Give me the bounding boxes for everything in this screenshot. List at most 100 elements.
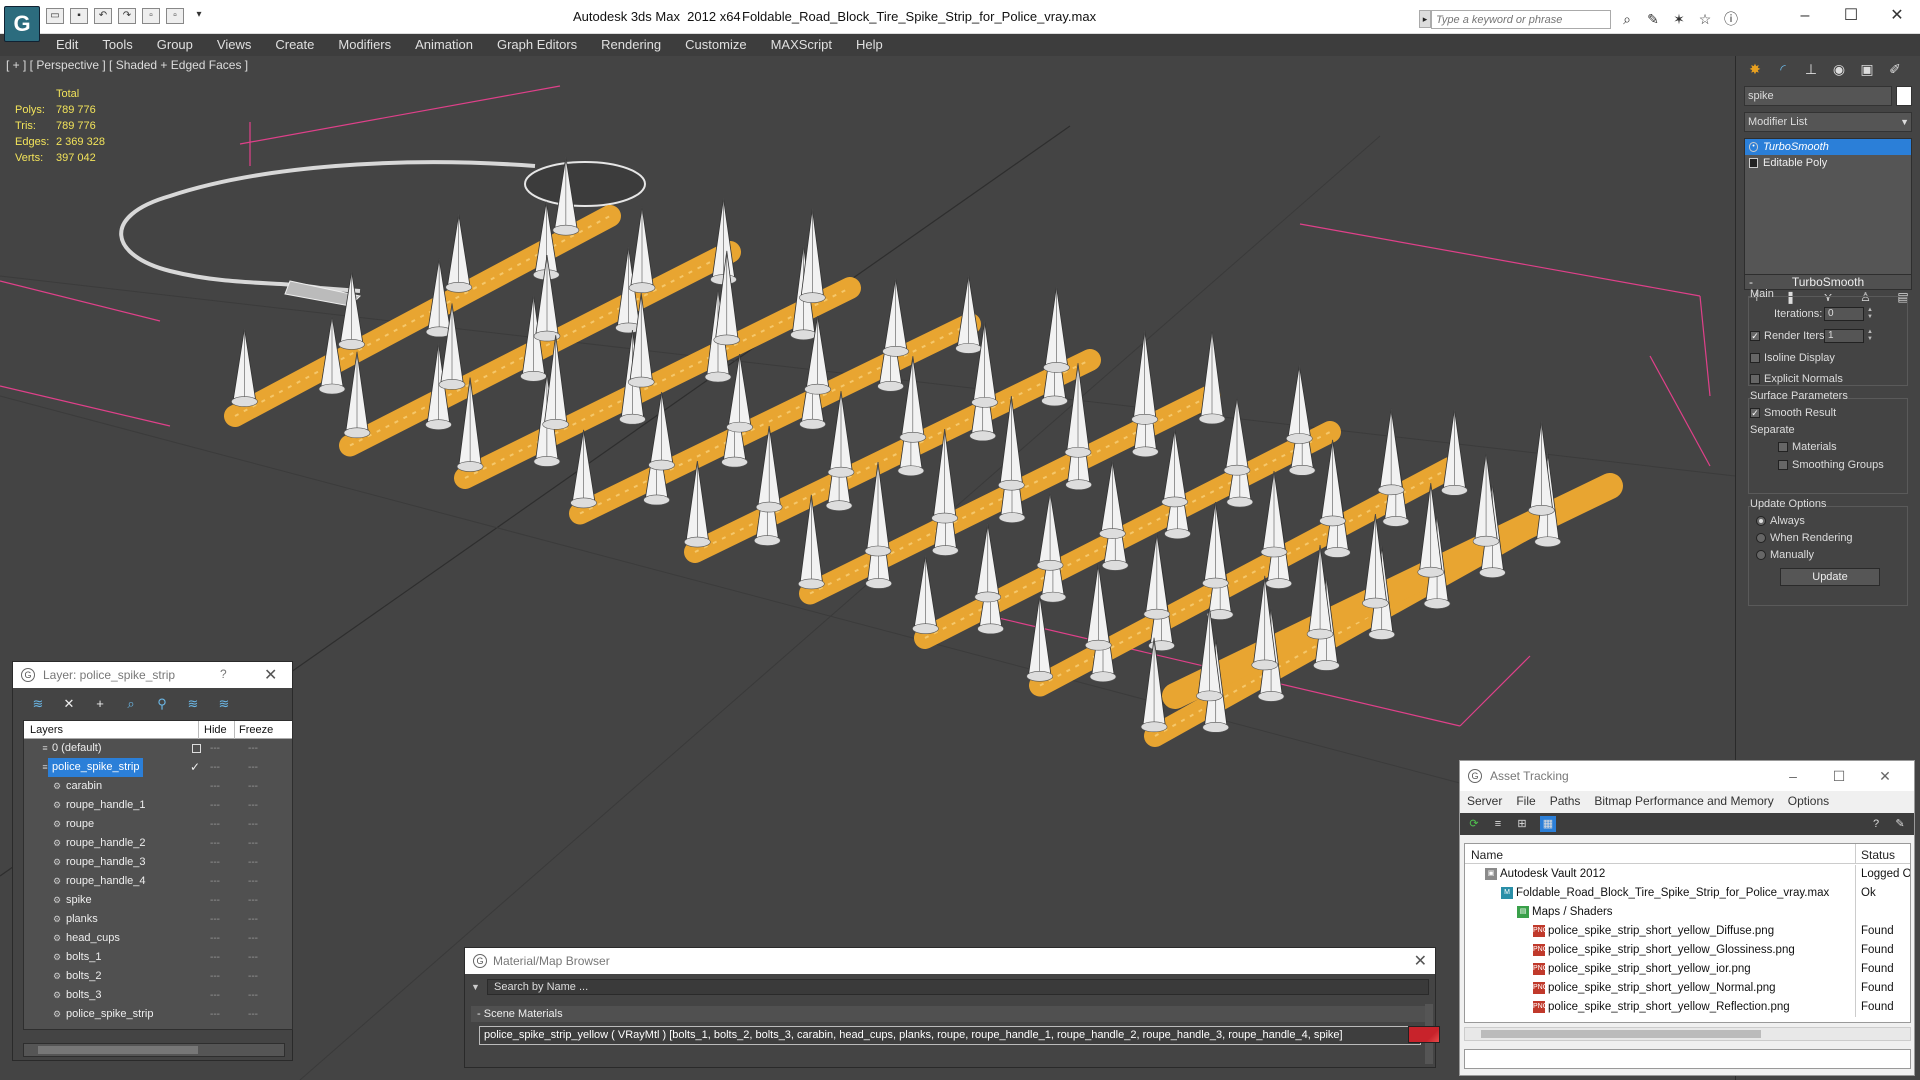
asset-row[interactable]: ▣ Autodesk Vault 2012 Logged O — [1465, 865, 1910, 884]
fetch-icon[interactable]: ▫ — [166, 8, 184, 24]
separate-smoothing-groups-checkbox[interactable] — [1778, 460, 1788, 470]
search-by-name-field[interactable]: Search by Name ... — [487, 979, 1429, 995]
hide-toggle[interactable]: --- — [210, 1005, 220, 1024]
always-radio[interactable] — [1756, 516, 1766, 526]
column-hide[interactable]: Hide — [204, 724, 227, 736]
material-swatch[interactable] — [1408, 1026, 1440, 1043]
freeze-toggle[interactable]: --- — [248, 872, 258, 891]
freeze-toggle[interactable]: --- — [248, 815, 258, 834]
help-icon[interactable]: ⓘ — [1722, 10, 1740, 28]
material-browser-titlebar[interactable]: G Material/Map Browser ✕ — [465, 948, 1435, 974]
hide-toggle[interactable]: --- — [210, 777, 220, 796]
menu-customize[interactable]: Customize — [673, 34, 758, 56]
update-button[interactable]: Update — [1780, 568, 1880, 586]
freeze-toggle[interactable]: --- — [248, 1005, 258, 1024]
layer-object-row[interactable]: ⚙ bolts_2 --- --- — [24, 967, 292, 986]
add-to-layer-icon[interactable]: + — [89, 695, 111, 713]
menu-group[interactable]: Group — [145, 34, 205, 56]
select-objects-icon[interactable]: ⌕ — [120, 695, 142, 713]
asset-row[interactable]: PNG police_spike_strip_short_yellow_Norma… — [1465, 979, 1910, 998]
freeze-toggle[interactable]: --- — [248, 891, 258, 910]
list-view-icon[interactable]: ≡ — [1490, 816, 1506, 832]
horizontal-scrollbar[interactable] — [1464, 1027, 1911, 1041]
stack-item-editable-poly[interactable]: Editable Poly — [1745, 155, 1911, 171]
menu-rendering[interactable]: Rendering — [589, 34, 673, 56]
close-icon[interactable]: ✕ — [1862, 765, 1908, 787]
menu-maxscript[interactable]: MAXScript — [759, 34, 844, 56]
hide-toggle[interactable]: --- — [210, 891, 220, 910]
expand-plus-icon[interactable] — [1749, 158, 1758, 168]
asset-row[interactable]: PNG police_spike_strip_short_yellow_Diffu… — [1465, 922, 1910, 941]
freeze-toggle[interactable]: --- — [248, 910, 258, 929]
asset-row[interactable]: PNG police_spike_strip_short_yellow_Refle… — [1465, 998, 1910, 1017]
hide-toggle[interactable]: --- — [210, 872, 220, 891]
hide-all-layers-icon[interactable]: ≋ — [182, 695, 204, 713]
hide-toggle[interactable]: --- — [210, 948, 220, 967]
layer-object-row[interactable]: ⚙ roupe_handle_1 --- --- — [24, 796, 292, 815]
layer-window-titlebar[interactable]: G Layer: police_spike_strip ? ✕ — [13, 662, 292, 688]
layer-list[interactable]: Layers Hide Freeze ≡ 0 (default) --- --- ≡ po… — [23, 720, 293, 1030]
freeze-toggle[interactable]: --- — [248, 777, 258, 796]
hierarchy-tab-icon[interactable]: ⊥ — [1800, 58, 1822, 80]
layer-object-row[interactable]: ⚙ police_spike_strip --- --- — [24, 1005, 292, 1024]
utilities-tab-icon[interactable]: ✐ — [1884, 58, 1906, 80]
menu-help[interactable]: Help — [844, 34, 895, 56]
table-view-icon[interactable]: ▦ — [1540, 816, 1556, 832]
menu-animation[interactable]: Animation — [403, 34, 485, 56]
isoline-display-checkbox[interactable] — [1750, 353, 1760, 363]
pin-icon[interactable]: ✎ — [1892, 816, 1908, 832]
create-tab-icon[interactable]: ✸ — [1744, 58, 1766, 80]
menu-graph-editors[interactable]: Graph Editors — [485, 34, 589, 56]
scene-materials-group[interactable]: - Scene Materials — [471, 1006, 1427, 1022]
render-iters-spinner[interactable]: 1 — [1824, 329, 1864, 343]
current-layer-check-icon[interactable]: ✓ — [190, 758, 200, 777]
modify-tab-icon[interactable]: ◜ — [1772, 58, 1794, 80]
asset-menu-bitmap-performance[interactable]: Bitmap Performance and Memory — [1587, 791, 1780, 811]
horizontal-scrollbar[interactable] — [23, 1043, 285, 1057]
freeze-toggle[interactable]: --- — [248, 929, 258, 948]
minimize-icon[interactable]: – — [1770, 765, 1816, 787]
column-freeze[interactable]: Freeze — [239, 724, 273, 736]
close-icon[interactable]: ✕ — [1874, 0, 1920, 32]
freeze-toggle[interactable]: --- — [248, 796, 258, 815]
maximize-icon[interactable]: ☐ — [1816, 765, 1862, 787]
iterations-spinner[interactable]: 0 — [1824, 307, 1864, 321]
material-entry[interactable]: police_spike_strip_yellow ( VRayMtl ) [b… — [479, 1026, 1421, 1045]
communication-icon[interactable]: ✶ — [1670, 10, 1688, 28]
manually-radio[interactable] — [1756, 550, 1766, 560]
layer-row[interactable]: ≡ police_spike_strip ✓ --- --- — [24, 758, 292, 777]
hide-toggle[interactable]: --- — [210, 739, 220, 758]
help-icon[interactable]: ? — [1868, 816, 1884, 832]
object-name-field[interactable]: spike — [1744, 86, 1892, 106]
hide-toggle[interactable]: --- — [210, 796, 220, 815]
keyword-search-input[interactable] — [1431, 10, 1611, 29]
freeze-toggle[interactable]: --- — [248, 758, 258, 777]
hold-icon[interactable]: ▫ — [142, 8, 160, 24]
layer-object-row[interactable]: ⚙ roupe_handle_2 --- --- — [24, 834, 292, 853]
asset-window-titlebar[interactable]: G Asset Tracking – ☐ ✕ — [1460, 761, 1914, 791]
spinner-arrows-icon[interactable]: ▲ ▼ — [1866, 329, 1874, 343]
layer-object-row[interactable]: ⚙ planks --- --- — [24, 910, 292, 929]
highlight-layer-icon[interactable]: ⚲ — [151, 695, 173, 713]
viewport-label[interactable]: [ + ] [ Perspective ] [ Shaded + Edged F… — [6, 58, 248, 72]
freeze-toggle[interactable]: --- — [248, 986, 258, 1005]
close-icon[interactable]: ✕ — [264, 665, 277, 685]
layer-object-row[interactable]: ⚙ head_cups --- --- — [24, 929, 292, 948]
asset-menu-server[interactable]: Server — [1460, 791, 1509, 811]
binoculars-icon[interactable]: ⌕ — [1618, 10, 1636, 28]
layer-object-row[interactable]: ⚙ roupe_handle_4 --- --- — [24, 872, 292, 891]
hide-toggle[interactable]: --- — [210, 929, 220, 948]
freeze-toggle[interactable]: --- — [248, 834, 258, 853]
spinner-arrows-icon[interactable]: ▲ ▼ — [1866, 307, 1874, 321]
asset-menu-options[interactable]: Options — [1781, 791, 1836, 811]
browser-options-icon[interactable]: ▼ — [471, 982, 480, 992]
layer-object-row[interactable]: ⚙ bolts_3 --- --- — [24, 986, 292, 1005]
scrollbar-thumb[interactable] — [1481, 1030, 1761, 1038]
favorites-star-icon[interactable]: ☆ — [1696, 10, 1714, 28]
layer-object-row[interactable]: ⚙ bolts_1 --- --- — [24, 948, 292, 967]
asset-row[interactable]: PNG police_spike_strip_short_yellow_ior.p… — [1465, 960, 1910, 979]
layer-row[interactable]: ≡ 0 (default) --- --- — [24, 739, 292, 758]
display-tab-icon[interactable]: ▣ — [1856, 58, 1878, 80]
delete-layer-icon[interactable]: ✕ — [58, 695, 80, 713]
menu-create[interactable]: Create — [263, 34, 326, 56]
